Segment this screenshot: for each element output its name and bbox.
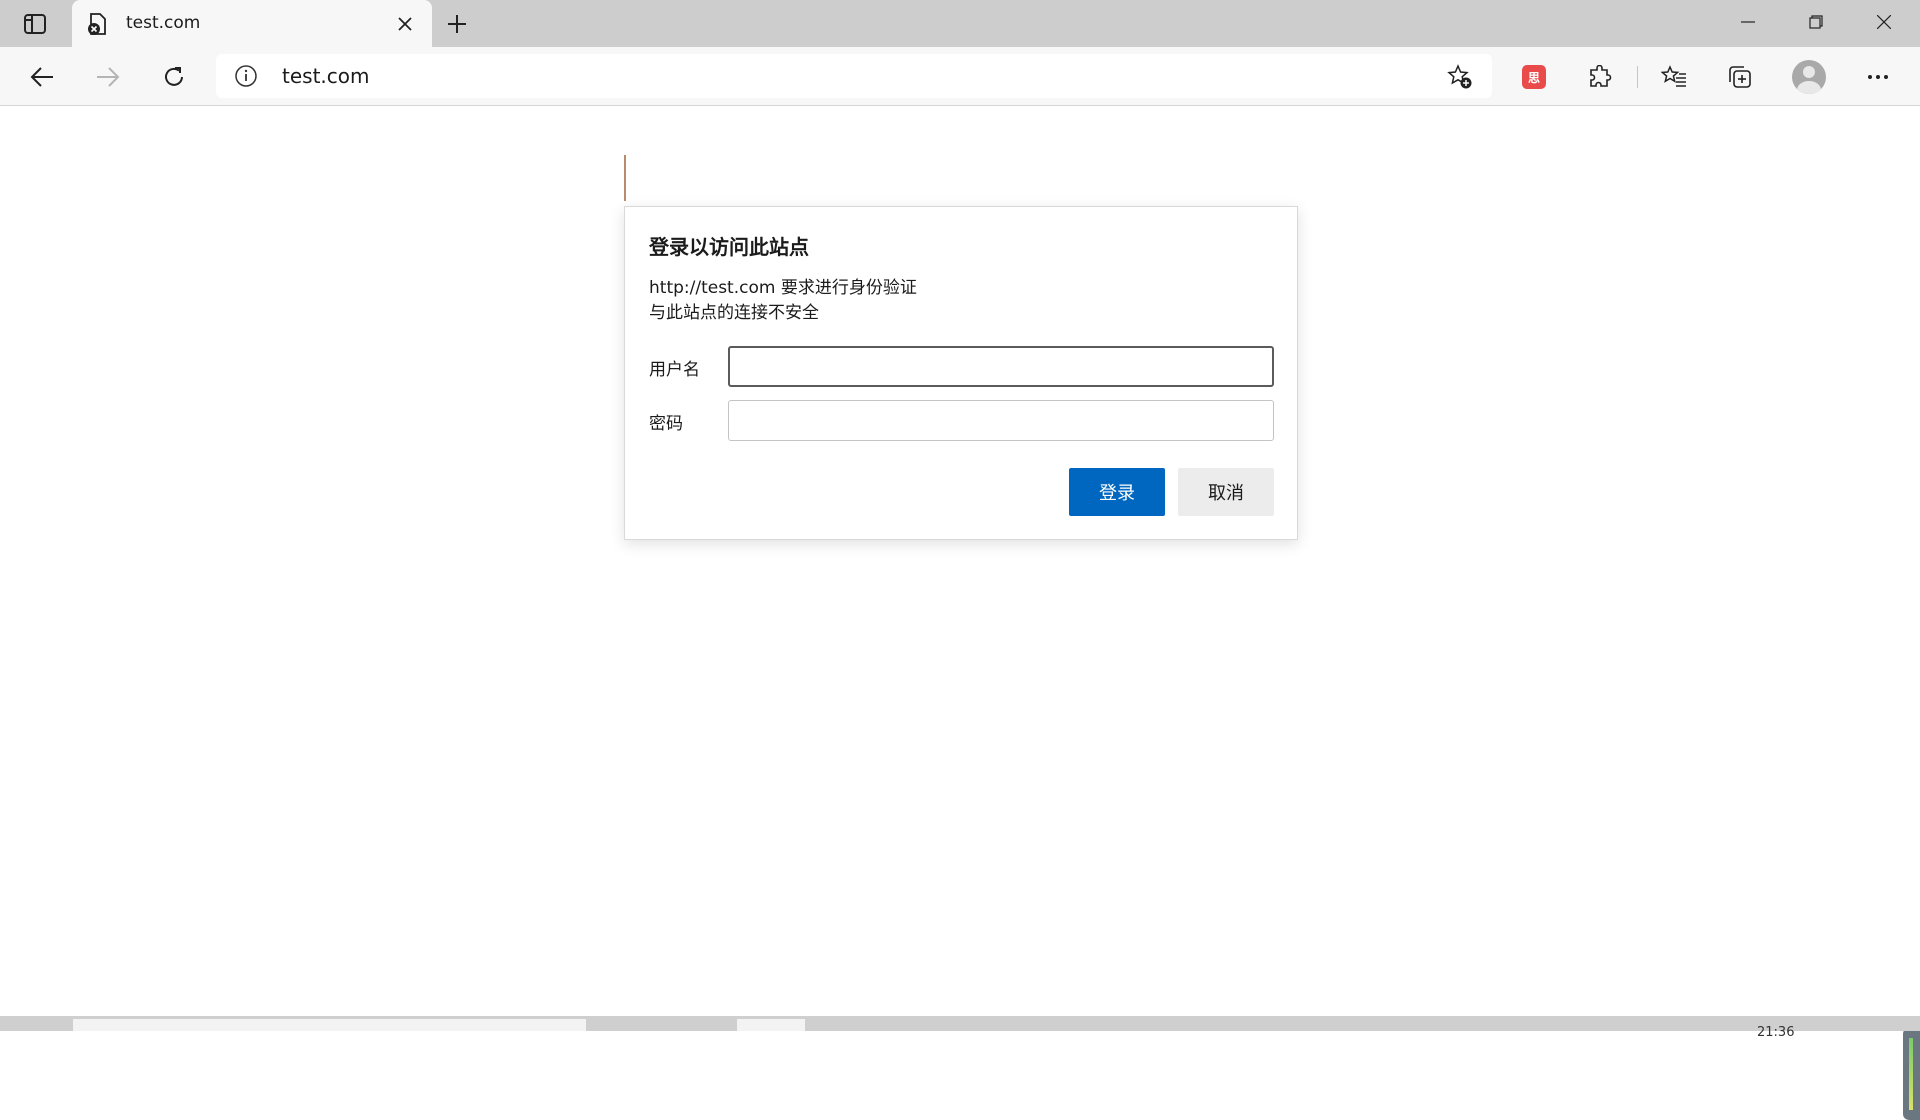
login-button[interactable]: 登录 [1069,468,1165,516]
window-restore-button[interactable] [1782,0,1850,44]
restore-icon [1809,15,1823,29]
more-icon [1868,75,1888,79]
refresh-icon [165,67,183,86]
vertical-tabs-icon [24,14,46,34]
bottom-clock: 21:36 [1757,1025,1795,1040]
page-content: 登录以访问此站点 http://test.com 要求进行身份验证 与此站点的连… [0,106,1920,1120]
extensions-button[interactable] [1578,55,1622,99]
extension-badge: 思 [1522,65,1546,89]
add-favorite-button[interactable] [1446,63,1474,91]
side-volume-widget[interactable] [1903,1028,1920,1120]
new-tab-button[interactable] [441,8,473,40]
star-add-icon [1447,64,1472,89]
tab-close-button[interactable] [393,12,417,36]
info-icon[interactable] [234,64,258,88]
plus-icon [448,15,466,33]
bottom-segment [73,1019,586,1031]
tab-title: test.com [126,13,201,33]
auth-dialog: 登录以访问此站点 http://test.com 要求进行身份验证 与此站点的连… [624,206,1298,540]
close-icon [1877,15,1891,29]
back-button[interactable] [20,55,64,99]
settings-more-button[interactable] [1856,55,1900,99]
bottom-segment [737,1019,805,1031]
avatar [1792,60,1826,94]
tab-actions-menu-button[interactable] [14,9,56,39]
close-icon [398,17,412,31]
favorites-icon [1661,65,1686,87]
toolbar-divider [1637,66,1638,88]
username-input[interactable] [728,346,1274,387]
collections-icon [1729,66,1751,88]
dialog-auth-message: http://test.com 要求进行身份验证 [649,278,917,298]
extension-button[interactable]: 思 [1512,55,1556,99]
arrow-left-icon [30,67,53,87]
dialog-insecure-warning: 与此站点的连接不安全 [649,303,819,323]
page-error-icon [88,13,106,35]
refresh-button[interactable] [152,55,196,99]
arrow-right-icon [97,67,120,87]
tab-strip: test.com [0,0,1920,48]
address-url: test.com [282,64,370,88]
favorites-button[interactable] [1652,55,1696,99]
window-close-button[interactable] [1850,0,1918,44]
forward-button[interactable] [86,55,130,99]
profile-button[interactable] [1787,55,1831,99]
collections-button[interactable] [1718,55,1762,99]
window-minimize-button[interactable] [1714,0,1782,44]
password-input[interactable] [728,400,1274,441]
cancel-button[interactable]: 取消 [1178,468,1274,516]
browser-toolbar: test.com 思 [0,47,1920,106]
dialog-title: 登录以访问此站点 [649,235,809,259]
password-label: 密码 [649,414,683,434]
background-page-edge [624,155,626,201]
active-tab[interactable]: test.com [72,0,432,48]
puzzle-icon [1590,65,1612,87]
address-bar[interactable]: test.com [216,54,1492,98]
minimize-icon [1741,21,1755,23]
username-label: 用户名 [649,360,700,380]
bottom-bar: 21:36 [0,1016,1920,1040]
